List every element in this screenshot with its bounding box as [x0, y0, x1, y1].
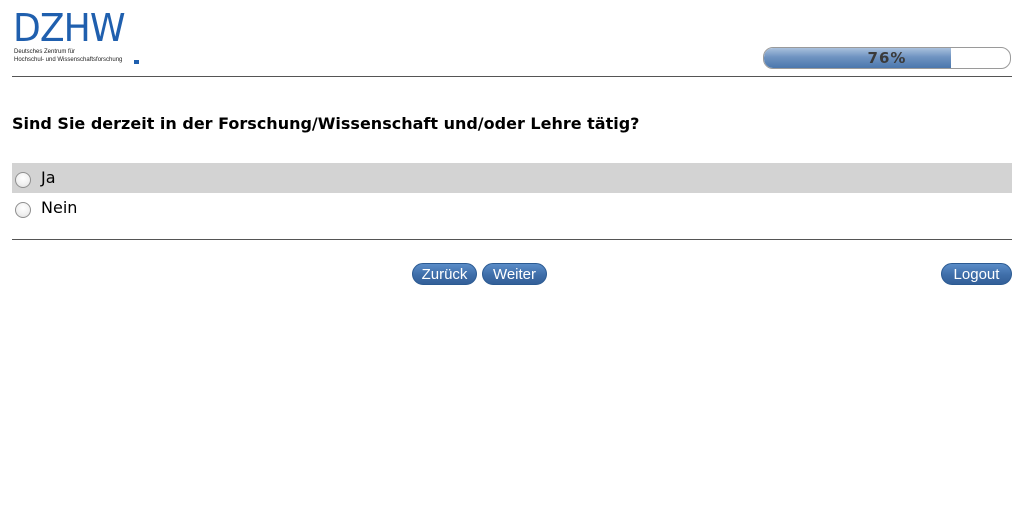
question-text: Sind Sie derzeit in der Forschung/Wissen… [12, 114, 640, 133]
logout-button[interactable]: Logout [941, 263, 1012, 285]
back-button[interactable]: Zurück [412, 263, 477, 285]
radio-button-ja[interactable] [15, 171, 31, 188]
next-button[interactable]: Weiter [482, 263, 547, 285]
logo-subtitle: Deutsches Zentrum für Hochschul- und Wis… [14, 48, 122, 64]
dzhw-logo: DZHW Deutsches Zentrum für Hochschul- un… [13, 9, 153, 67]
survey-page: DZHW Deutsches Zentrum für Hochschul- un… [0, 0, 1024, 505]
logo-subtitle-line2: Hochschul- und Wissenschaftsforschung [14, 57, 123, 63]
progress-bar: 76% [763, 47, 1011, 69]
logo-mark: DZHW [13, 6, 126, 50]
progress-label: 76% [867, 49, 907, 67]
answer-option-nein[interactable]: Nein [12, 193, 1012, 223]
logo-square-icon [134, 60, 139, 64]
logo-subtitle-line1: Deutsches Zentrum für [14, 49, 76, 55]
header-divider [12, 76, 1012, 77]
radio-button-nein[interactable] [15, 201, 31, 218]
answer-label-ja: Ja [41, 168, 56, 187]
answer-option-ja[interactable]: Ja [12, 163, 1012, 193]
answer-label-nein: Nein [41, 198, 78, 217]
footer-divider [12, 239, 1012, 240]
